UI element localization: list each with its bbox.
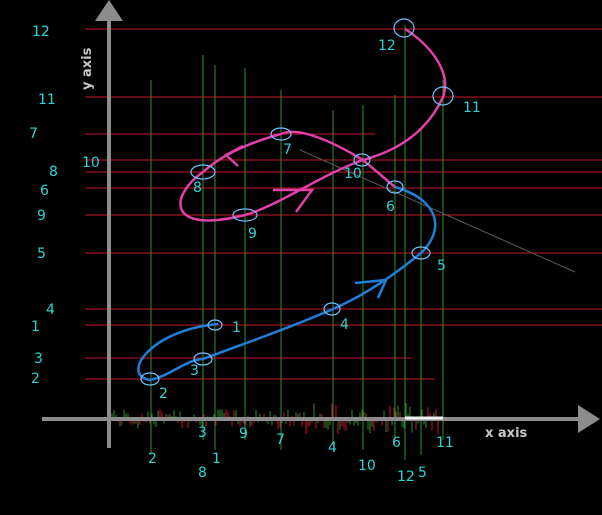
y-label-9: 9: [37, 208, 46, 224]
y-axis-arrowhead: [95, 0, 123, 21]
y-label-2: 2: [31, 371, 40, 387]
point-label-9: 9: [248, 226, 257, 242]
point-label-5: 5: [437, 258, 446, 274]
trajectory-diagram: x axis y axis 12 11 7 8 6 9 5 4 1 3 2 10…: [29, 0, 602, 485]
point-label-8: 8: [193, 180, 202, 196]
y-label-7: 7: [29, 126, 38, 142]
y-label-12: 12: [32, 24, 50, 40]
y-label-11: 11: [38, 92, 56, 108]
point-label-12: 12: [378, 38, 396, 54]
point-12-marker: [393, 18, 415, 38]
y-label-6: 6: [40, 183, 49, 199]
x-axis-arrowhead: [578, 405, 600, 433]
x-label-12: 12: [397, 469, 415, 485]
x-label-8: 8: [198, 465, 207, 481]
x-axis-title: x axis: [485, 426, 528, 441]
y-label-4: 4: [46, 302, 55, 318]
x-label-6: 6: [392, 435, 401, 451]
x-axis-labels: 2 8 3 1 9 7 4 10 6 12 5 11: [148, 425, 454, 485]
y-label-10: 10: [82, 155, 100, 171]
point-label-6: 6: [386, 199, 395, 215]
point-label-4: 4: [340, 317, 349, 333]
point-label-11: 11: [463, 100, 481, 116]
x-label-11: 11: [436, 435, 454, 451]
direction-arrows: [223, 144, 389, 299]
y-label-5: 5: [37, 246, 46, 262]
x-label-9: 9: [239, 426, 248, 442]
y-label-3: 3: [34, 351, 43, 367]
x-label-2: 2: [148, 451, 157, 467]
point-label-3: 3: [190, 363, 199, 379]
y-axis-title: y axis: [80, 47, 95, 90]
y-label-1: 1: [31, 319, 40, 335]
x-label-1: 1: [212, 451, 221, 467]
y-label-8: 8: [49, 164, 58, 180]
point-label-1: 1: [232, 320, 241, 336]
point-label-2: 2: [159, 386, 168, 402]
blue-curve: [137, 185, 437, 382]
vertical-lines: [150, 25, 444, 460]
x-label-4: 4: [328, 440, 337, 456]
x-label-7: 7: [276, 432, 285, 448]
x-label-10: 10: [358, 458, 376, 474]
point-label-10: 10: [344, 166, 362, 182]
point-label-7: 7: [283, 142, 292, 158]
axes: [42, 0, 600, 448]
x-label-3: 3: [198, 425, 207, 441]
x-label-5: 5: [418, 465, 427, 481]
